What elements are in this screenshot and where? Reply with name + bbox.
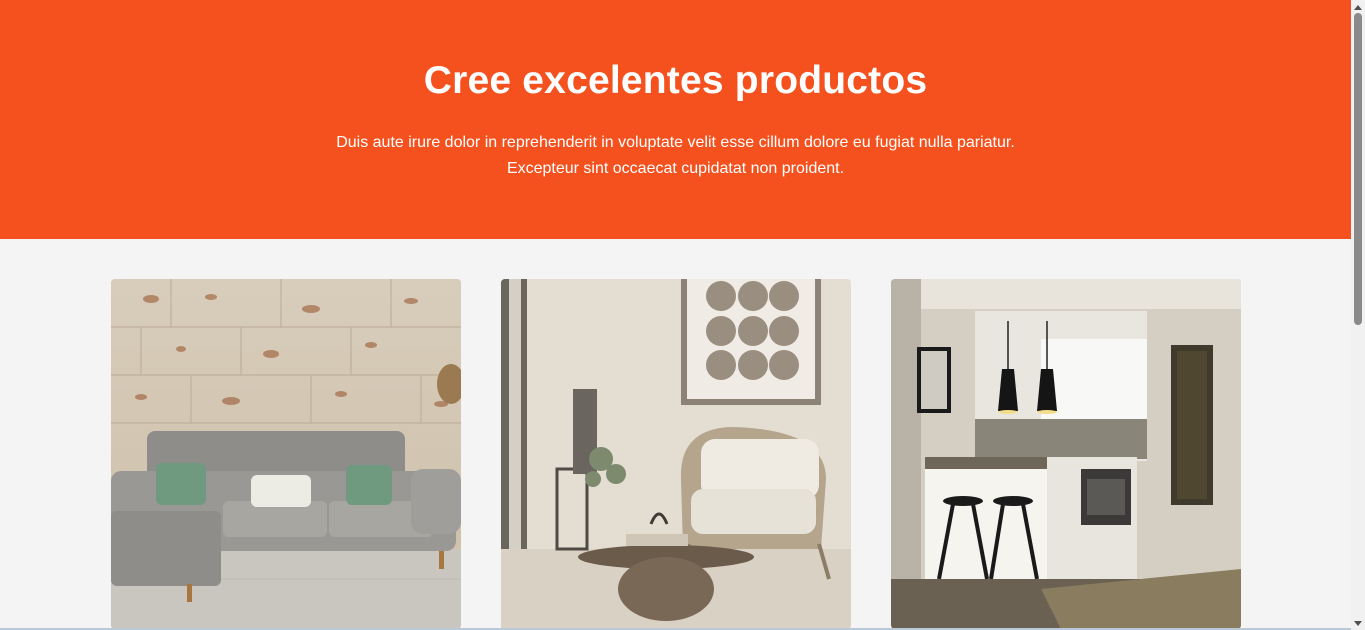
kitchen-bar-image bbox=[891, 279, 1241, 629]
product-card-living-room[interactable] bbox=[111, 279, 461, 629]
product-gallery bbox=[0, 239, 1351, 630]
hero-banner: Cree excelentes productos Duis aute irur… bbox=[0, 0, 1351, 239]
hero-lead-line-2: Excepteur sint occaecat cupidatat non pr… bbox=[506, 160, 845, 177]
hero-lead: Duis aute irure dolor in reprehenderit i… bbox=[0, 130, 1351, 182]
scroll-up-arrow-icon[interactable] bbox=[1351, 0, 1365, 14]
hero-lead-line-1: Duis aute irure dolor in reprehenderit i… bbox=[336, 134, 1015, 151]
product-card-armchair[interactable] bbox=[501, 279, 851, 629]
scrollbar-thumb[interactable] bbox=[1354, 13, 1362, 325]
product-card-kitchen[interactable] bbox=[891, 279, 1241, 629]
scroll-down-arrow-icon[interactable] bbox=[1351, 616, 1365, 630]
living-room-sofa-image bbox=[111, 279, 461, 629]
page: Cree excelentes productos Duis aute irur… bbox=[0, 0, 1365, 630]
armchair-lounge-image bbox=[501, 279, 851, 629]
hero-title: Cree excelentes productos bbox=[423, 59, 928, 102]
vertical-scrollbar[interactable] bbox=[1351, 0, 1365, 630]
